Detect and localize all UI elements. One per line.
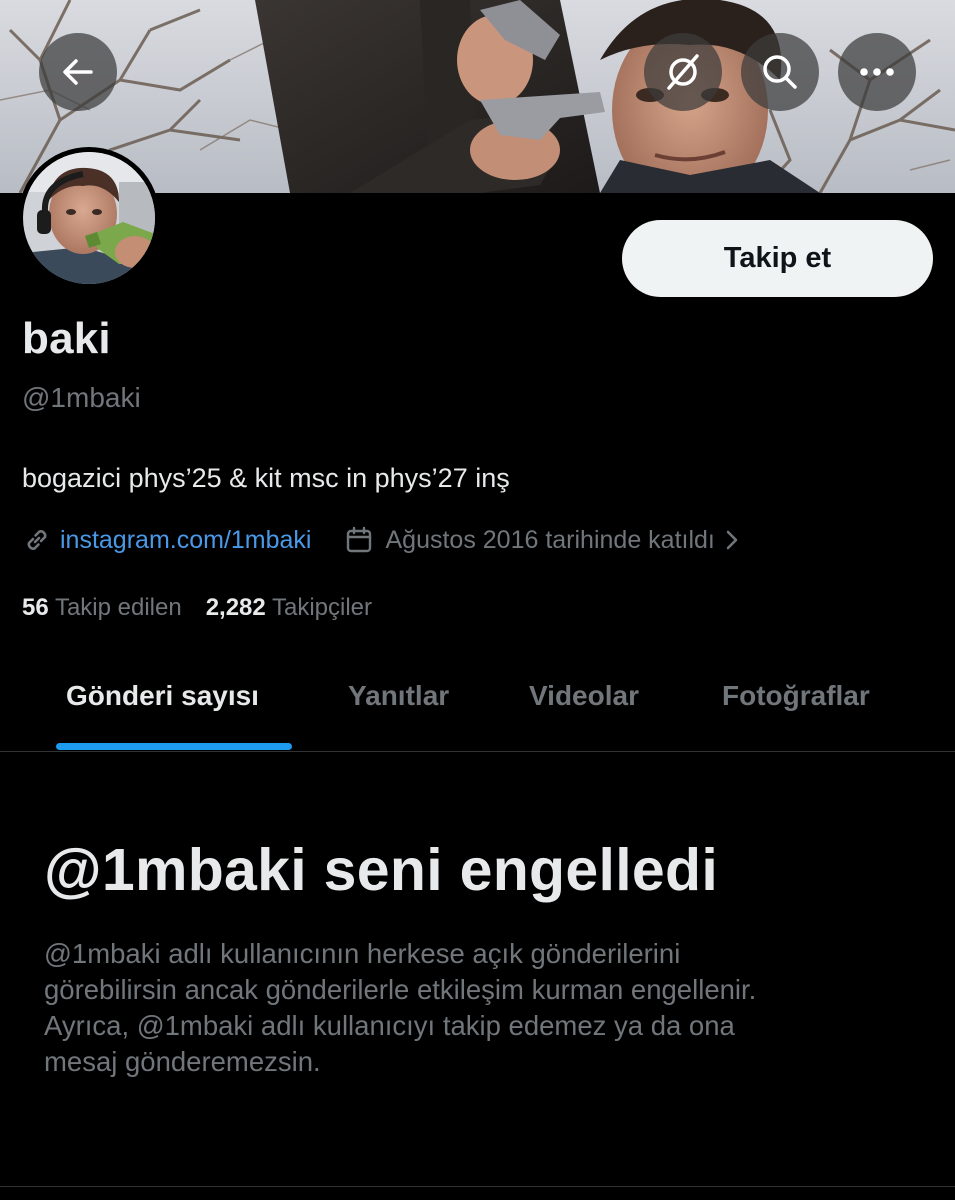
following-stat[interactable]: 56 Takip edilen [22,594,182,621]
followers-count: 2,282 [205,594,266,621]
profile-link[interactable]: instagram.com/1mbaki [60,526,311,555]
blocked-title: @1mbaki seni engelledi [44,837,719,903]
search-button[interactable] [741,33,819,111]
tab-photos[interactable]: Fotoğraflar [722,680,870,712]
chevron-right-icon [726,530,738,550]
profile-tabs: Gönderi sayısı Yanıtlar Videolar Fotoğra… [0,660,955,752]
tab-replies[interactable]: Yanıtlar [348,680,449,712]
back-button[interactable] [39,33,117,111]
avatar[interactable] [18,147,160,289]
follow-button[interactable]: Takip et [622,220,933,297]
grok-icon [667,54,699,90]
avatar-image [23,152,155,284]
link-icon [27,530,47,550]
following-label: Takip edilen [54,594,182,621]
following-count: 56 [22,594,49,621]
blocked-description-line: Ayrıca, @1mbaki adlı kullanıcıyı takip e… [44,1010,735,1041]
grok-button[interactable] [644,33,722,111]
join-date[interactable]: Ağustos 2016 tarihinde katıldı [385,526,714,555]
blocked-description-line: görebilirsin ancak gönderilerle etkileşi… [44,974,757,1005]
followers-label: Takipçiler [271,594,373,621]
tab-videos[interactable]: Videolar [529,680,639,712]
more-icon [860,68,894,76]
blocked-description: @1mbaki adlı kullanıcının herkese açık g… [44,936,924,1080]
display-name: baki [22,314,111,363]
profile-meta: instagram.com/1mbaki Ağustos 2016 tarihi… [22,522,739,558]
follow-stats: 56 Takip edilen 2,282 Takipçiler [22,594,372,622]
active-tab-indicator [56,743,292,750]
search-icon [763,55,797,89]
divider [0,1186,955,1187]
back-arrow-icon [63,59,93,85]
user-handle: @1mbaki [22,382,141,413]
more-button[interactable] [838,33,916,111]
blocked-description-line: @1mbaki adlı kullanıcının herkese açık g… [44,938,681,969]
blocked-description-line: mesaj gönderemezsin. [44,1046,321,1077]
tab-posts[interactable]: Gönderi sayısı [66,680,259,712]
followers-stat[interactable]: 2,282 Takipçiler [206,594,372,621]
calendar-icon [347,526,372,553]
bio: bogazici phys’25 & kit msc in phys’27 in… [22,463,510,493]
